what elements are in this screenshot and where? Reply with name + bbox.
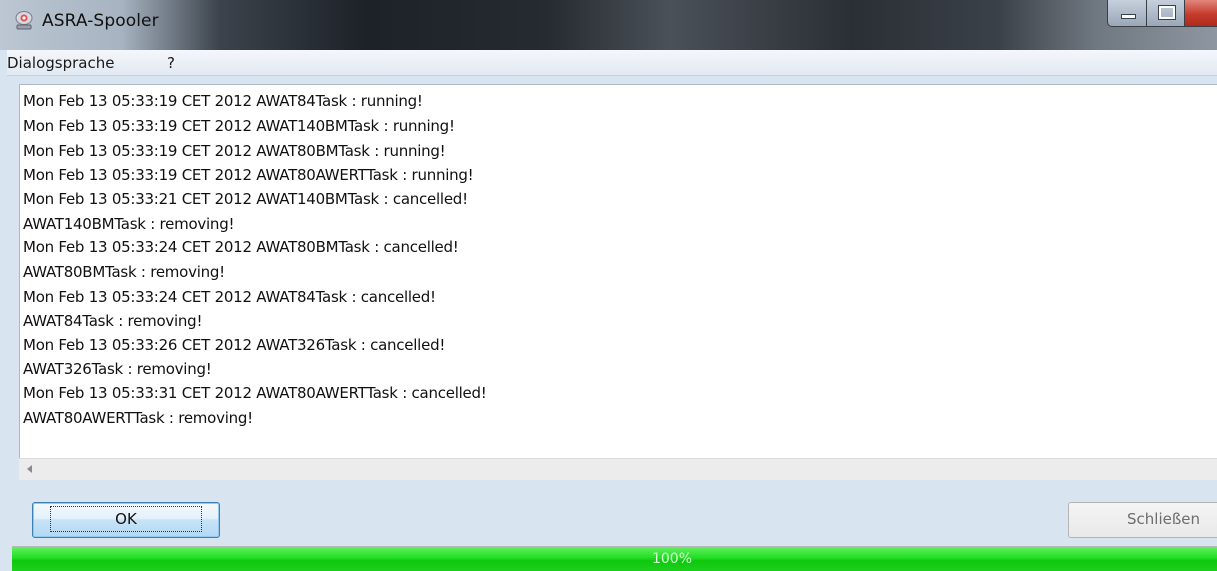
log-line: AWAT80BMTask : removing! (23, 263, 225, 281)
log-line: AWAT80AWERTTask : removing! (23, 409, 253, 427)
log-line: Mon Feb 13 05:33:19 CET 2012 AWAT140BMTa… (23, 117, 455, 135)
log-line: Mon Feb 13 05:33:21 CET 2012 AWAT140BMTa… (23, 190, 468, 208)
log-line: AWAT326Task : removing! (23, 360, 212, 378)
log-line: Mon Feb 13 05:33:26 CET 2012 AWAT326Task… (23, 336, 446, 354)
log-output[interactable]: Mon Feb 13 05:33:19 CET 2012 AWAT84Task … (19, 84, 1217, 459)
title-bar[interactable]: ASRA-Spooler (0, 0, 1217, 50)
horizontal-scrollbar[interactable] (19, 458, 1217, 480)
scroll-left-arrow-icon[interactable] (27, 465, 32, 473)
close-window-button[interactable] (1184, 0, 1217, 27)
maximize-button[interactable] (1146, 0, 1186, 27)
app-window: ASRA-Spooler Dialogsprache ? Mon Feb 13 … (0, 0, 1217, 571)
log-line: Mon Feb 13 05:33:24 CET 2012 AWAT80BMTas… (23, 238, 459, 256)
menu-dialogsprache[interactable]: Dialogsprache (7, 54, 114, 72)
progress-label: 100% (651, 551, 693, 567)
menu-help[interactable]: ? (167, 54, 175, 72)
close-button[interactable]: Schließen (1068, 502, 1217, 538)
progress-bar: 100% (12, 546, 1217, 571)
log-line: Mon Feb 13 05:33:24 CET 2012 AWAT84Task … (23, 288, 436, 306)
app-icon (15, 11, 33, 30)
ok-button-label: OK (50, 506, 202, 532)
log-line: AWAT84Task : removing! (23, 312, 203, 330)
log-line: Mon Feb 13 05:33:19 CET 2012 AWAT84Task … (23, 92, 423, 110)
log-line: Mon Feb 13 05:33:19 CET 2012 AWAT80AWERT… (23, 166, 474, 184)
menu-bar: Dialogsprache ? (7, 50, 1217, 76)
log-line: Mon Feb 13 05:33:19 CET 2012 AWAT80BMTas… (23, 142, 446, 160)
window-title: ASRA-Spooler (42, 11, 159, 31)
log-line: AWAT140BMTask : removing! (23, 215, 235, 233)
log-line: Mon Feb 13 05:33:31 CET 2012 AWAT80AWERT… (23, 384, 487, 402)
ok-button[interactable]: OK (32, 502, 220, 538)
minimize-button[interactable] (1107, 0, 1148, 27)
